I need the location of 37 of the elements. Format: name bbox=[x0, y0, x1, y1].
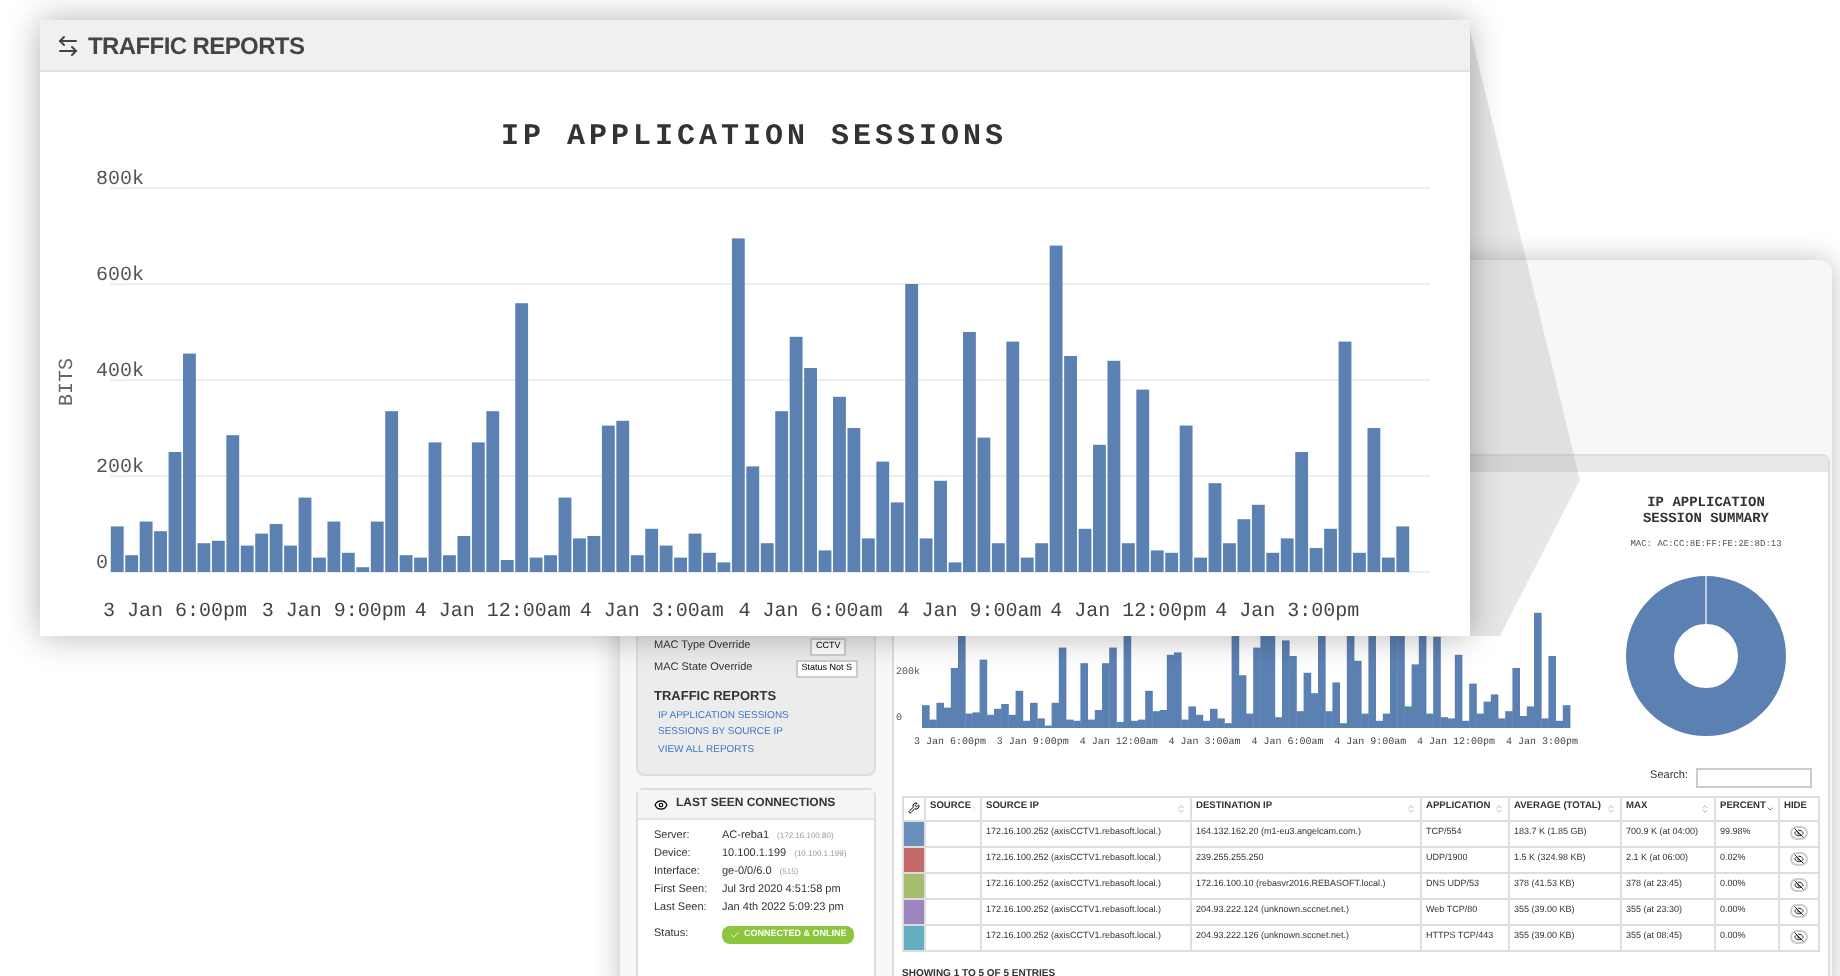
tick-label: 4 Jan 3:00am bbox=[579, 602, 724, 624]
axis-title: BITS bbox=[58, 358, 80, 406]
wrench-icon bbox=[908, 802, 920, 814]
hide-button[interactable] bbox=[1790, 826, 1808, 840]
eye-off-icon bbox=[1794, 932, 1804, 942]
tick-label: 3 Jan 6:00pm bbox=[103, 602, 247, 624]
eye-off-icon bbox=[1794, 854, 1804, 864]
tick-label: 3 Jan 9:00pm bbox=[261, 602, 406, 624]
hide-button[interactable] bbox=[1790, 878, 1808, 892]
tick-label: 200k bbox=[96, 458, 145, 480]
tick-label: 600k bbox=[96, 266, 145, 288]
tick-label: 800k bbox=[96, 170, 145, 192]
eye-icon bbox=[654, 797, 668, 811]
card-title: TRAFFIC REPORTS bbox=[88, 29, 305, 63]
sort-icon bbox=[1700, 803, 1710, 813]
tick-label: 4 Jan 6:00am bbox=[738, 602, 883, 624]
hide-button[interactable] bbox=[1790, 930, 1808, 944]
sort-icon bbox=[1606, 803, 1616, 813]
tick-label: 4 Jan 3:00pm bbox=[1215, 602, 1360, 624]
sort-icon bbox=[1494, 803, 1504, 813]
tick-label: 400k bbox=[96, 362, 145, 384]
tick-label: 0 bbox=[96, 554, 109, 576]
sort-icon bbox=[1406, 803, 1416, 813]
chart-title: IP APPLICATION SESSIONS bbox=[500, 120, 1008, 154]
arrows-icon bbox=[56, 33, 80, 57]
eye-off-icon bbox=[1794, 880, 1804, 890]
tick-label: 4 Jan 12:00pm bbox=[1050, 602, 1207, 624]
sort-icon bbox=[1765, 803, 1774, 813]
tick-label: 4 Jan 9:00am bbox=[897, 602, 1042, 624]
eye-off-icon bbox=[1794, 906, 1804, 916]
sort-icon bbox=[1176, 803, 1186, 813]
tick-label: 4 Jan 12:00am bbox=[414, 602, 571, 624]
eye-off-icon bbox=[1794, 828, 1804, 838]
hide-button[interactable] bbox=[1790, 852, 1808, 866]
check-icon bbox=[730, 929, 740, 940]
search-field[interactable] bbox=[1696, 767, 1812, 787]
hide-button[interactable] bbox=[1790, 904, 1808, 918]
